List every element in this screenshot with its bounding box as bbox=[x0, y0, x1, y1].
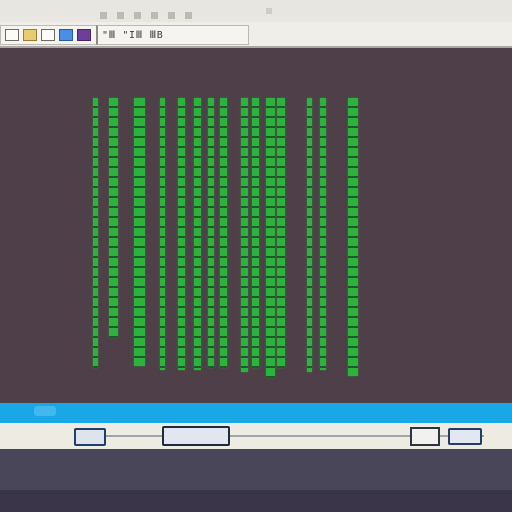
toolbar-group-view: "Ⅲ "IⅢ ⅢB bbox=[96, 25, 249, 45]
signal-column bbox=[241, 98, 248, 372]
bottom-footer bbox=[0, 490, 512, 512]
viewport[interactable] bbox=[0, 48, 512, 403]
signal-column bbox=[307, 98, 312, 372]
signal-column bbox=[252, 98, 259, 368]
timeline-start-handle[interactable] bbox=[74, 428, 106, 446]
status-bar-knob[interactable] bbox=[34, 406, 56, 416]
timeline-end-handle[interactable] bbox=[410, 427, 440, 446]
signal-column bbox=[220, 98, 227, 368]
timeline-scrub-handle[interactable] bbox=[162, 426, 230, 446]
toolbar-group-file bbox=[0, 25, 102, 45]
blue-tool-icon[interactable] bbox=[59, 29, 73, 41]
status-bar bbox=[0, 403, 512, 423]
folder-icon[interactable] bbox=[23, 29, 37, 41]
signal-column bbox=[194, 98, 201, 370]
signal-column bbox=[134, 98, 145, 366]
bar-visualization bbox=[90, 98, 365, 378]
save-icon[interactable] bbox=[41, 29, 55, 41]
title-decor bbox=[100, 12, 192, 19]
document-icon[interactable] bbox=[5, 29, 19, 41]
signal-column bbox=[208, 98, 214, 368]
signal-column bbox=[348, 98, 358, 376]
toolbar: "Ⅲ "IⅢ ⅢB bbox=[0, 22, 512, 48]
title-indicator bbox=[266, 8, 272, 14]
toolbar-view-label[interactable]: "Ⅲ "IⅢ ⅢB bbox=[102, 30, 163, 41]
signal-column bbox=[178, 98, 185, 370]
signal-column bbox=[277, 98, 285, 368]
purple-tool-icon[interactable] bbox=[77, 29, 91, 41]
timeline-end-icon[interactable] bbox=[448, 428, 482, 445]
title-bar bbox=[0, 0, 512, 23]
signal-column bbox=[109, 98, 118, 338]
signal-column bbox=[320, 98, 326, 370]
signal-column bbox=[160, 98, 165, 370]
signal-column bbox=[93, 98, 98, 368]
signal-column bbox=[266, 98, 275, 378]
timeline[interactable] bbox=[0, 423, 512, 450]
